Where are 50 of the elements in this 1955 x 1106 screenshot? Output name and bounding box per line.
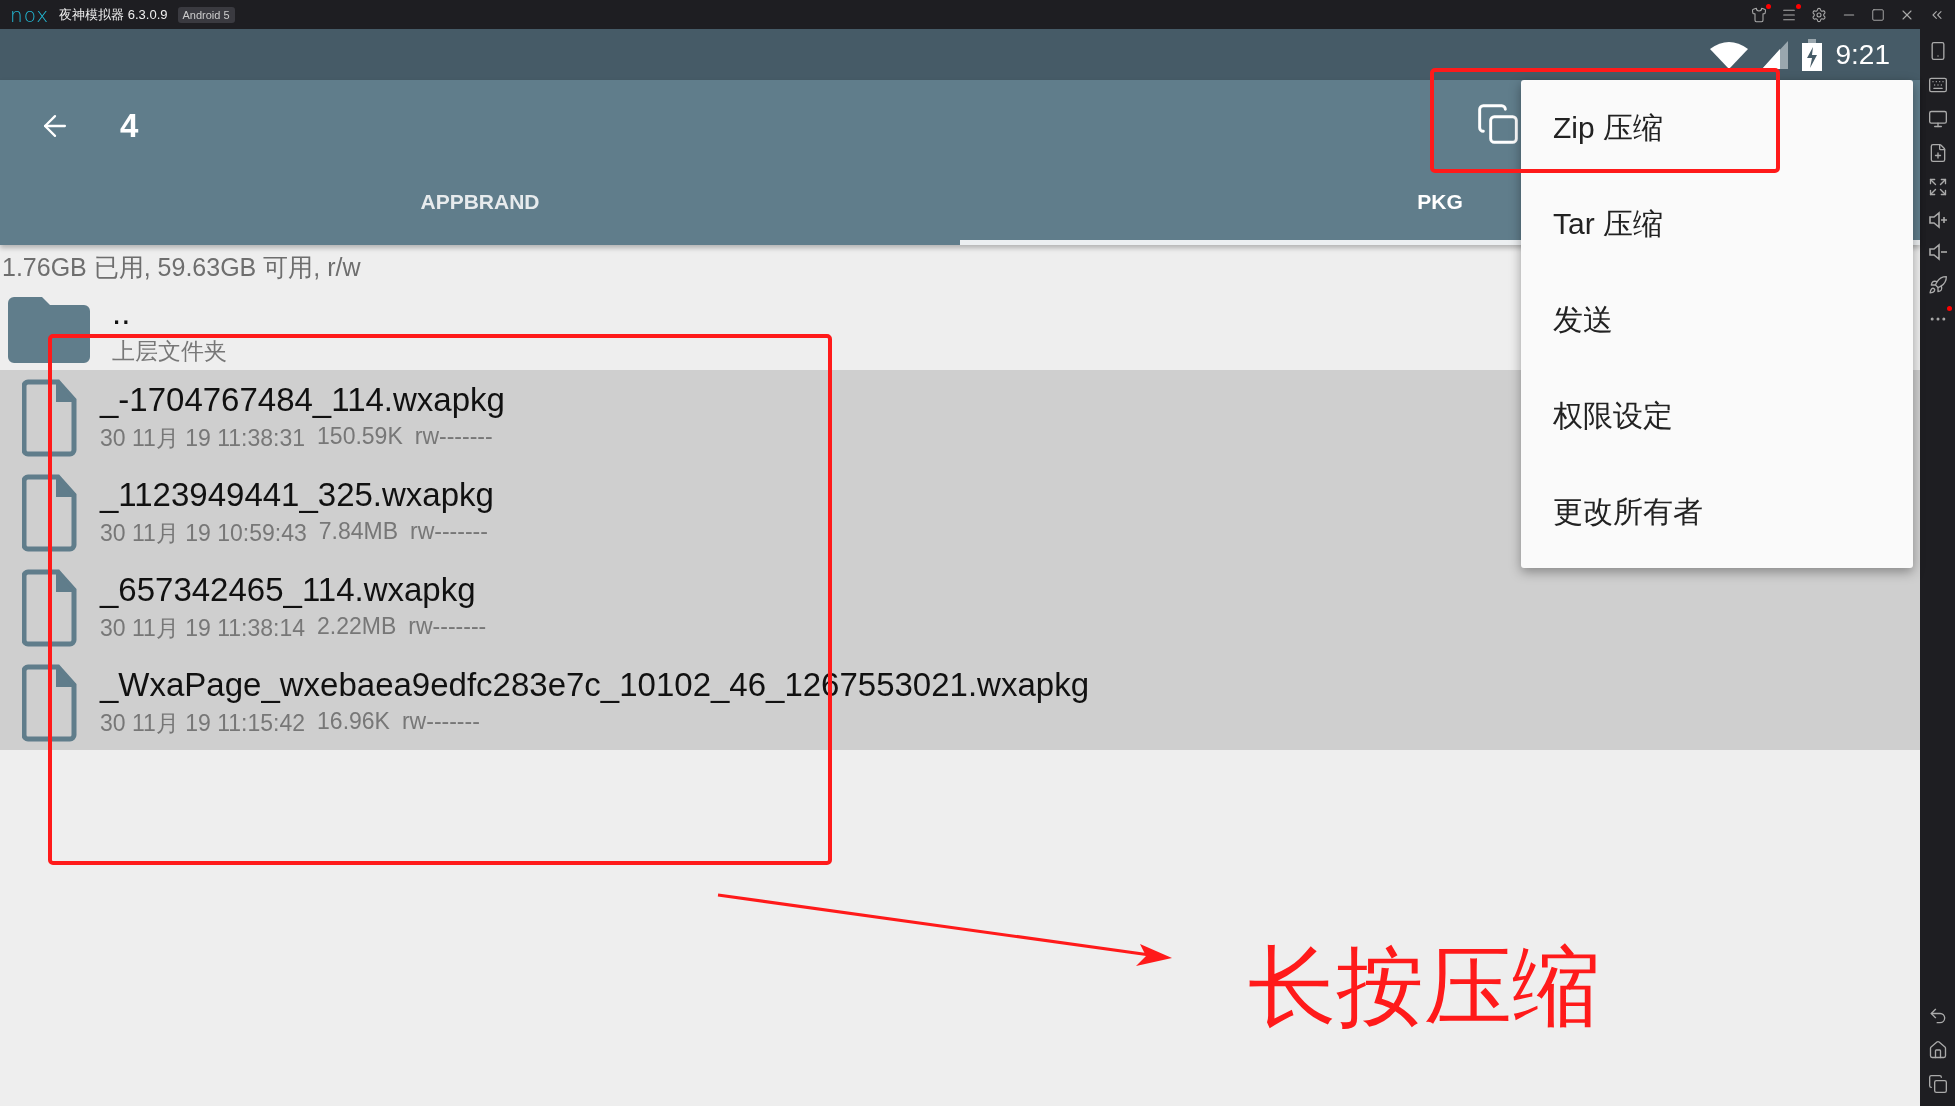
app-logo: nox (10, 2, 50, 27)
selection-count: 4 (120, 107, 139, 145)
annotation-note: 长按压缩 (1248, 936, 1600, 1038)
file-icon (22, 662, 78, 743)
file-detail: 16.96K (317, 708, 390, 736)
keyboard-icon[interactable] (1927, 75, 1948, 95)
volume-down-icon[interactable] (1927, 243, 1948, 261)
file-detail: 150.59K (317, 423, 403, 451)
home-icon[interactable] (1927, 1040, 1948, 1060)
file-name: _-1704767484_114.wxapkg (100, 381, 505, 419)
signal-icon (1761, 40, 1788, 69)
battery-icon (1801, 38, 1822, 71)
copy-icon[interactable] (1476, 102, 1520, 146)
file-icon (22, 472, 78, 553)
menu-item[interactable]: 权限设定 (1521, 368, 1913, 464)
file-name: _1123949441_325.wxapkg (100, 476, 494, 514)
settings-icon[interactable] (1811, 6, 1827, 23)
file-row[interactable]: .. 上层文件夹 (0, 290, 243, 370)
file-detail: rw------- (401, 708, 480, 736)
file-detail: 上层文件夹 (112, 336, 227, 366)
maximize-icon[interactable] (1871, 7, 1885, 22)
file-detail: rw------- (408, 613, 487, 641)
shirt-icon[interactable] (1751, 6, 1767, 23)
file-icon (22, 567, 78, 648)
storage-info: 1.76GB 已用, 59.63GB 可用, r/w (1, 252, 362, 283)
rocket-icon[interactable] (1927, 275, 1948, 295)
file-icon (22, 377, 78, 458)
folder-tab[interactable]: APPBRAND (0, 172, 960, 245)
wifi-icon (1709, 40, 1748, 69)
file-name: .. (112, 293, 132, 332)
file-name: _657342465_114.wxapkg (100, 571, 477, 609)
monitor-icon[interactable] (1927, 109, 1948, 129)
menu-item[interactable]: 更改所有者 (1521, 464, 1913, 560)
recents-icon[interactable] (1927, 1074, 1948, 1094)
window-title: 夜神模拟器 6.3.0.9 (59, 5, 168, 24)
volume-up-icon[interactable] (1927, 211, 1948, 229)
file-detail: 2.22MB (317, 613, 397, 641)
version-badge: Android 5 (177, 6, 235, 23)
menu-item[interactable]: 发送 (1521, 272, 1913, 368)
clock-time: 9:21 (1835, 38, 1890, 71)
file-detail: 30 11月 19 11:15:42 (100, 709, 306, 738)
file-detail: 30 11月 19 10:59:43 (100, 519, 307, 548)
fullscreen-icon[interactable] (1927, 177, 1948, 197)
folder-icon (8, 297, 90, 363)
file-detail: rw------- (414, 423, 493, 451)
file-detail: 30 11月 19 11:38:31 (100, 424, 306, 453)
file-detail: 30 11月 19 11:38:14 (100, 614, 306, 643)
file-detail: 7.84MB (318, 518, 398, 546)
file-row[interactable]: _657342465_114.wxapkg 30 11月 19 11:38:14 2.22MB rw------- (0, 560, 1920, 655)
file-detail: rw------- (410, 518, 488, 546)
